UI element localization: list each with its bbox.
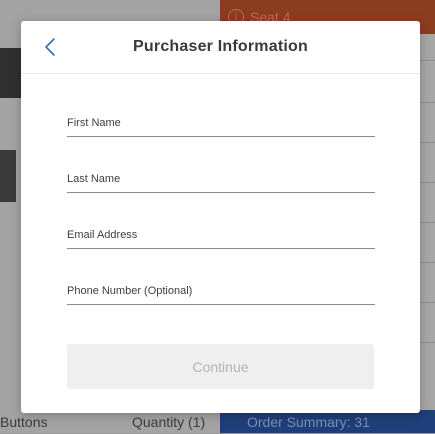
phone-input[interactable] <box>67 278 375 304</box>
last-name-field[interactable] <box>67 166 375 193</box>
email-field[interactable] <box>67 222 375 249</box>
phone-field[interactable] <box>67 278 375 305</box>
buttons-label: Buttons <box>0 414 48 430</box>
background-dark-block <box>0 48 22 98</box>
last-name-input[interactable] <box>67 166 375 192</box>
continue-button[interactable]: Continue <box>67 344 374 389</box>
order-summary-bar: Order Summary: 31 <box>220 410 435 433</box>
first-name-field[interactable] <box>67 110 375 137</box>
quantity-label: Quantity (1) <box>132 414 206 430</box>
bottom-bar: Buttons Quantity (1) <box>0 410 220 433</box>
purchaser-information-modal: Purchaser Information Continue <box>21 21 420 413</box>
background-dark-block <box>0 150 16 202</box>
email-input[interactable] <box>67 222 375 248</box>
modal-header: Purchaser Information <box>21 21 420 74</box>
first-name-input[interactable] <box>67 110 375 136</box>
modal-title: Purchaser Information <box>133 38 308 55</box>
